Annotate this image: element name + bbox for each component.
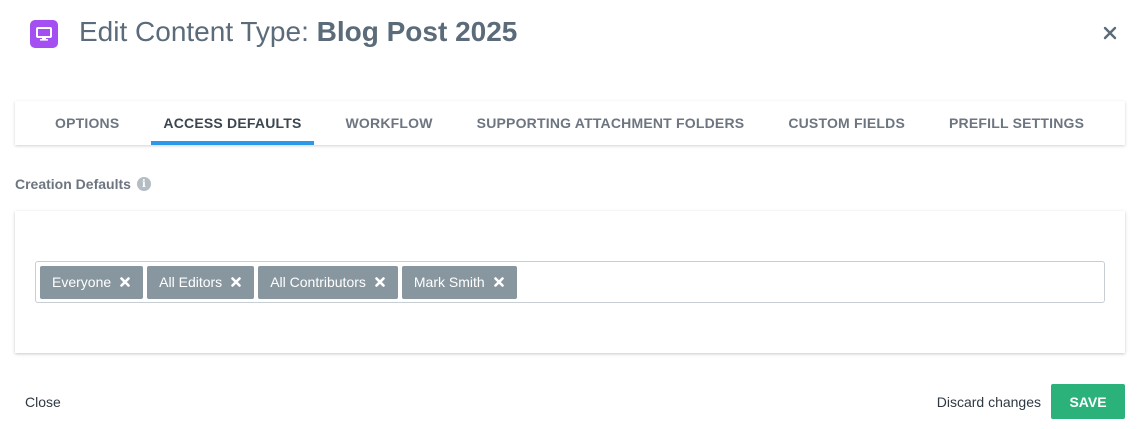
tag-mark-smith: Mark Smith xyxy=(401,265,517,299)
close-icon[interactable] xyxy=(1099,22,1121,44)
tag-label: All Contributors xyxy=(270,274,366,290)
tab-access-defaults[interactable]: ACCESS DEFAULTS xyxy=(151,101,314,145)
tab-bar: OPTIONS ACCESS DEFAULTS WORKFLOW SUPPORT… xyxy=(15,101,1125,145)
tab-supporting-attachment-folders[interactable]: SUPPORTING ATTACHMENT FOLDERS xyxy=(465,101,757,145)
tab-workflow[interactable]: WORKFLOW xyxy=(334,101,445,145)
remove-tag-icon[interactable] xyxy=(493,276,505,288)
edit-content-type-dialog: Edit Content Type: Blog Post 2025 OPTION… xyxy=(0,0,1141,429)
tag-label: Everyone xyxy=(52,274,112,290)
tag-all-editors: All Editors xyxy=(147,265,255,299)
creation-defaults-card: Everyone All Editors All Contributors Ma… xyxy=(15,211,1125,353)
page-title: Edit Content Type: Blog Post 2025 xyxy=(79,16,517,48)
close-link[interactable]: Close xyxy=(25,394,61,410)
monitor-icon xyxy=(30,20,58,48)
tag-all-contributors: All Contributors xyxy=(258,265,398,299)
content-type-name: Blog Post 2025 xyxy=(316,16,518,47)
tag-everyone: Everyone xyxy=(40,265,144,299)
remove-tag-icon[interactable] xyxy=(119,276,131,288)
tab-custom-fields[interactable]: CUSTOM FIELDS xyxy=(776,101,917,145)
section-label: Creation Defaults i xyxy=(15,176,151,192)
tab-options[interactable]: OPTIONS xyxy=(43,101,131,145)
tag-label: Mark Smith xyxy=(413,274,485,290)
remove-tag-icon[interactable] xyxy=(230,276,242,288)
tag-label: All Editors xyxy=(159,274,223,290)
access-tags-input[interactable]: Everyone All Editors All Contributors Ma… xyxy=(35,261,1105,303)
creation-defaults-label: Creation Defaults xyxy=(15,176,131,192)
discard-changes-link[interactable]: Discard changes xyxy=(937,394,1041,410)
title-prefix: Edit Content Type: xyxy=(79,16,317,47)
save-button[interactable]: SAVE xyxy=(1051,384,1125,419)
tab-prefill-settings[interactable]: PREFILL SETTINGS xyxy=(937,101,1096,145)
info-icon[interactable]: i xyxy=(136,177,151,191)
remove-tag-icon[interactable] xyxy=(374,276,386,288)
